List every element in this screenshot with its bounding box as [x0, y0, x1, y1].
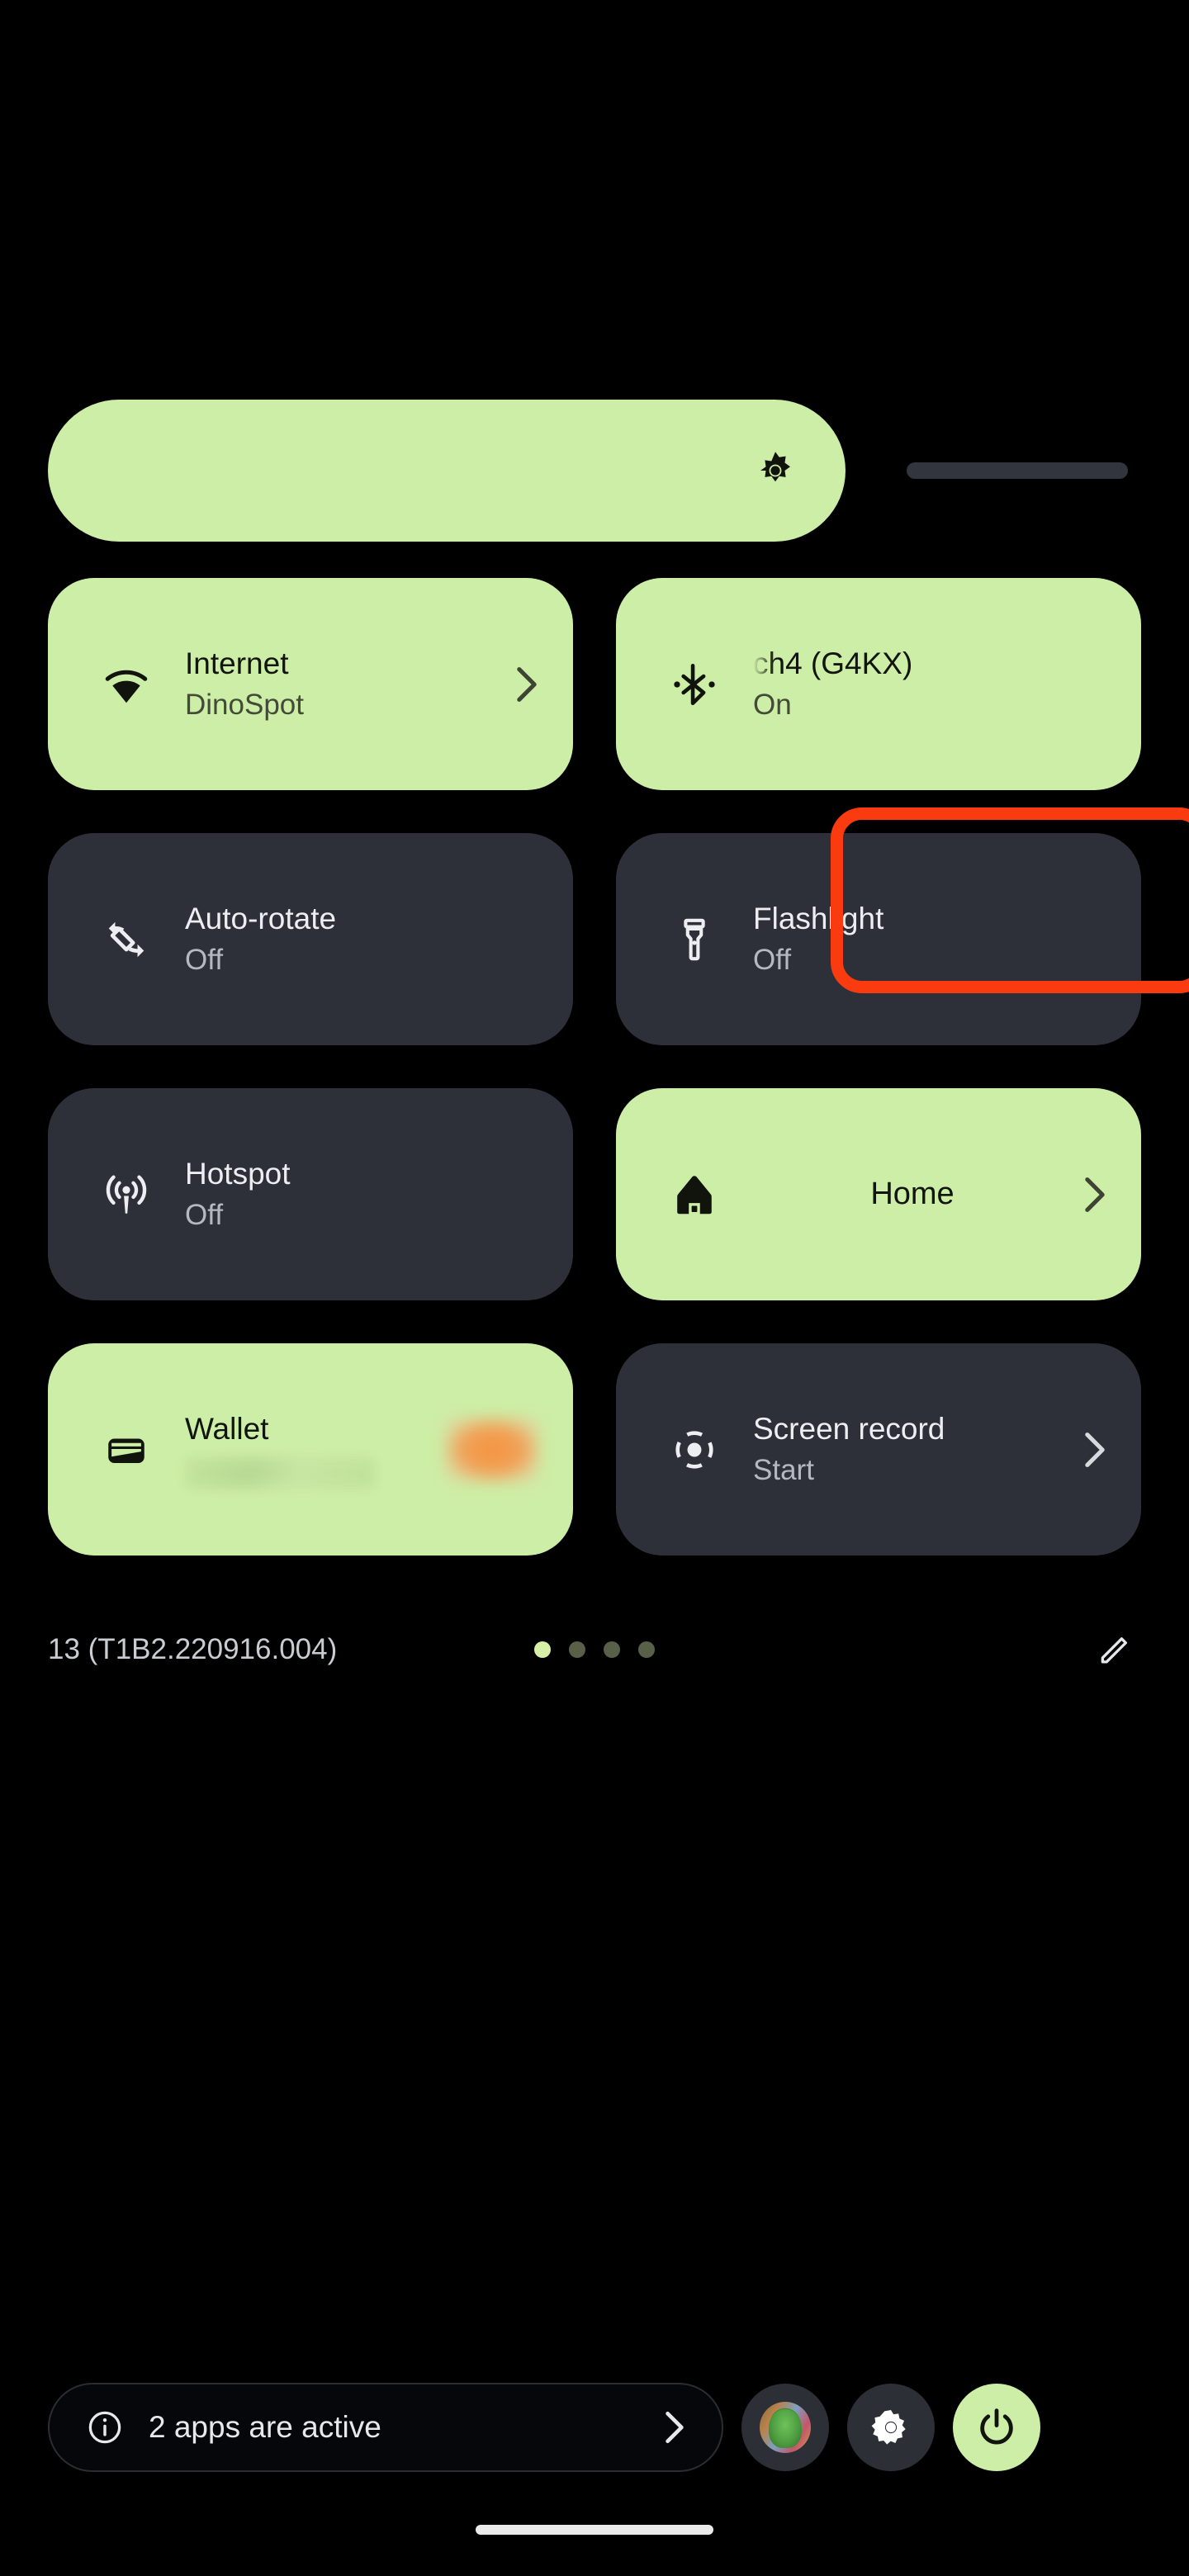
gear-icon	[871, 2409, 906, 2445]
page-dot-1[interactable]	[534, 1641, 551, 1658]
active-apps-label: 2 apps are active	[149, 2410, 381, 2444]
tile-label: ch4 (G4KX)	[753, 645, 1106, 684]
screen-record-icon	[675, 1430, 713, 1469]
tile-label: Auto-rotate	[185, 902, 337, 936]
tile-auto-rotate[interactable]: Auto-rotate Off	[48, 833, 573, 1045]
flashlight-icon	[684, 918, 705, 960]
tile-label: Flashlight	[753, 902, 884, 936]
avatar	[760, 2402, 811, 2453]
tile-sublabel: DinoSpot	[185, 688, 304, 721]
tile-hotspot[interactable]: Hotspot Off	[48, 1088, 573, 1300]
tile-wallet[interactable]: Wallet	[48, 1343, 573, 1556]
pencil-edit-icon[interactable]	[1097, 1631, 1133, 1668]
tile-bluetooth[interactable]: ch4 (G4KX) On	[616, 578, 1141, 790]
hotspot-icon	[106, 1175, 147, 1214]
quick-settings-tiles: Internet DinoSpot ch4 (G4KX) On Auto-rot…	[48, 578, 1141, 1598]
tile-row: Wallet Screen record Start	[48, 1343, 1141, 1556]
brightness-slider-remainder	[907, 462, 1128, 479]
tile-sublabel: Start	[753, 1453, 814, 1486]
auto-rotate-icon	[108, 921, 144, 957]
brightness-slider-fill[interactable]	[48, 400, 846, 542]
home-icon	[677, 1175, 712, 1214]
tile-text-group: Hotspot Off	[185, 1155, 538, 1234]
page-dot-3[interactable]	[604, 1641, 620, 1658]
bluetooth-icon	[674, 663, 715, 705]
wallet-redacted-card	[446, 1417, 538, 1482]
build-number-label: 13 (T1B2.220916.004)	[48, 1633, 338, 1665]
tile-label: Hotspot	[185, 1157, 291, 1191]
chevron-right-icon[interactable]	[664, 2410, 685, 2445]
tile-screen-record[interactable]: Screen record Start	[616, 1343, 1141, 1556]
tile-flashlight[interactable]: Flashlight Off	[616, 833, 1141, 1045]
tile-label: Home	[870, 1176, 955, 1211]
brightness-slider[interactable]	[48, 400, 1141, 542]
tile-label: Internet	[185, 646, 289, 681]
info-circle-icon	[88, 2411, 121, 2444]
tile-text-group: ch4 (G4KX) On	[753, 645, 1106, 723]
power-icon	[980, 2408, 1013, 2445]
quick-settings-footer: 13 (T1B2.220916.004)	[48, 1614, 1141, 1685]
settings-button[interactable]	[847, 2384, 935, 2471]
quick-settings-panel: Internet DinoSpot ch4 (G4KX) On Auto-rot…	[0, 0, 1189, 2576]
tile-label: Screen record	[753, 1412, 945, 1447]
tile-text-group: Internet DinoSpot	[185, 645, 504, 723]
tile-sublabel: Off	[185, 943, 224, 976]
tile-sublabel: Off	[753, 943, 792, 976]
brightness-sun-icon	[760, 452, 790, 482]
chevron-right-icon[interactable]	[1083, 1431, 1106, 1469]
page-indicator[interactable]	[534, 1641, 655, 1658]
active-apps-button[interactable]: 2 apps are active	[48, 2383, 723, 2472]
tile-text-group: Wallet	[185, 1410, 423, 1489]
brightness-slider-track[interactable]	[48, 400, 1141, 542]
page-dot-4[interactable]	[638, 1641, 655, 1658]
tile-text-group: Auto-rotate Off	[185, 900, 538, 978]
page-dot-2[interactable]	[569, 1641, 585, 1658]
tile-sublabel: On	[753, 688, 792, 721]
tile-home[interactable]: Home	[616, 1088, 1141, 1300]
chevron-right-icon[interactable]	[515, 665, 538, 703]
tile-text-group: Screen record Start	[753, 1410, 1072, 1489]
wallet-redacted-subtitle	[185, 1456, 375, 1489]
wallet-icon	[108, 1437, 144, 1463]
quick-settings-bottom-bar: 2 apps are active	[48, 2376, 1141, 2479]
tile-row: Auto-rotate Off Flashlight Off	[48, 833, 1141, 1045]
tile-row: Hotspot Off Home	[48, 1088, 1141, 1300]
tile-internet[interactable]: Internet DinoSpot	[48, 578, 573, 790]
power-button[interactable]	[953, 2384, 1040, 2471]
wallet-card-thumbnail	[423, 1417, 538, 1482]
chevron-right-icon[interactable]	[1083, 1176, 1106, 1214]
tile-sublabel: Off	[185, 1198, 224, 1231]
tile-text-group: Flashlight Off	[753, 900, 1106, 978]
tile-label: Wallet	[185, 1412, 269, 1447]
wifi-icon	[105, 670, 148, 703]
user-avatar-button[interactable]	[741, 2384, 829, 2471]
gesture-navigation-bar[interactable]	[476, 2525, 713, 2535]
tile-row: Internet DinoSpot ch4 (G4KX) On	[48, 578, 1141, 790]
tile-text-group: Home	[753, 1175, 1072, 1215]
